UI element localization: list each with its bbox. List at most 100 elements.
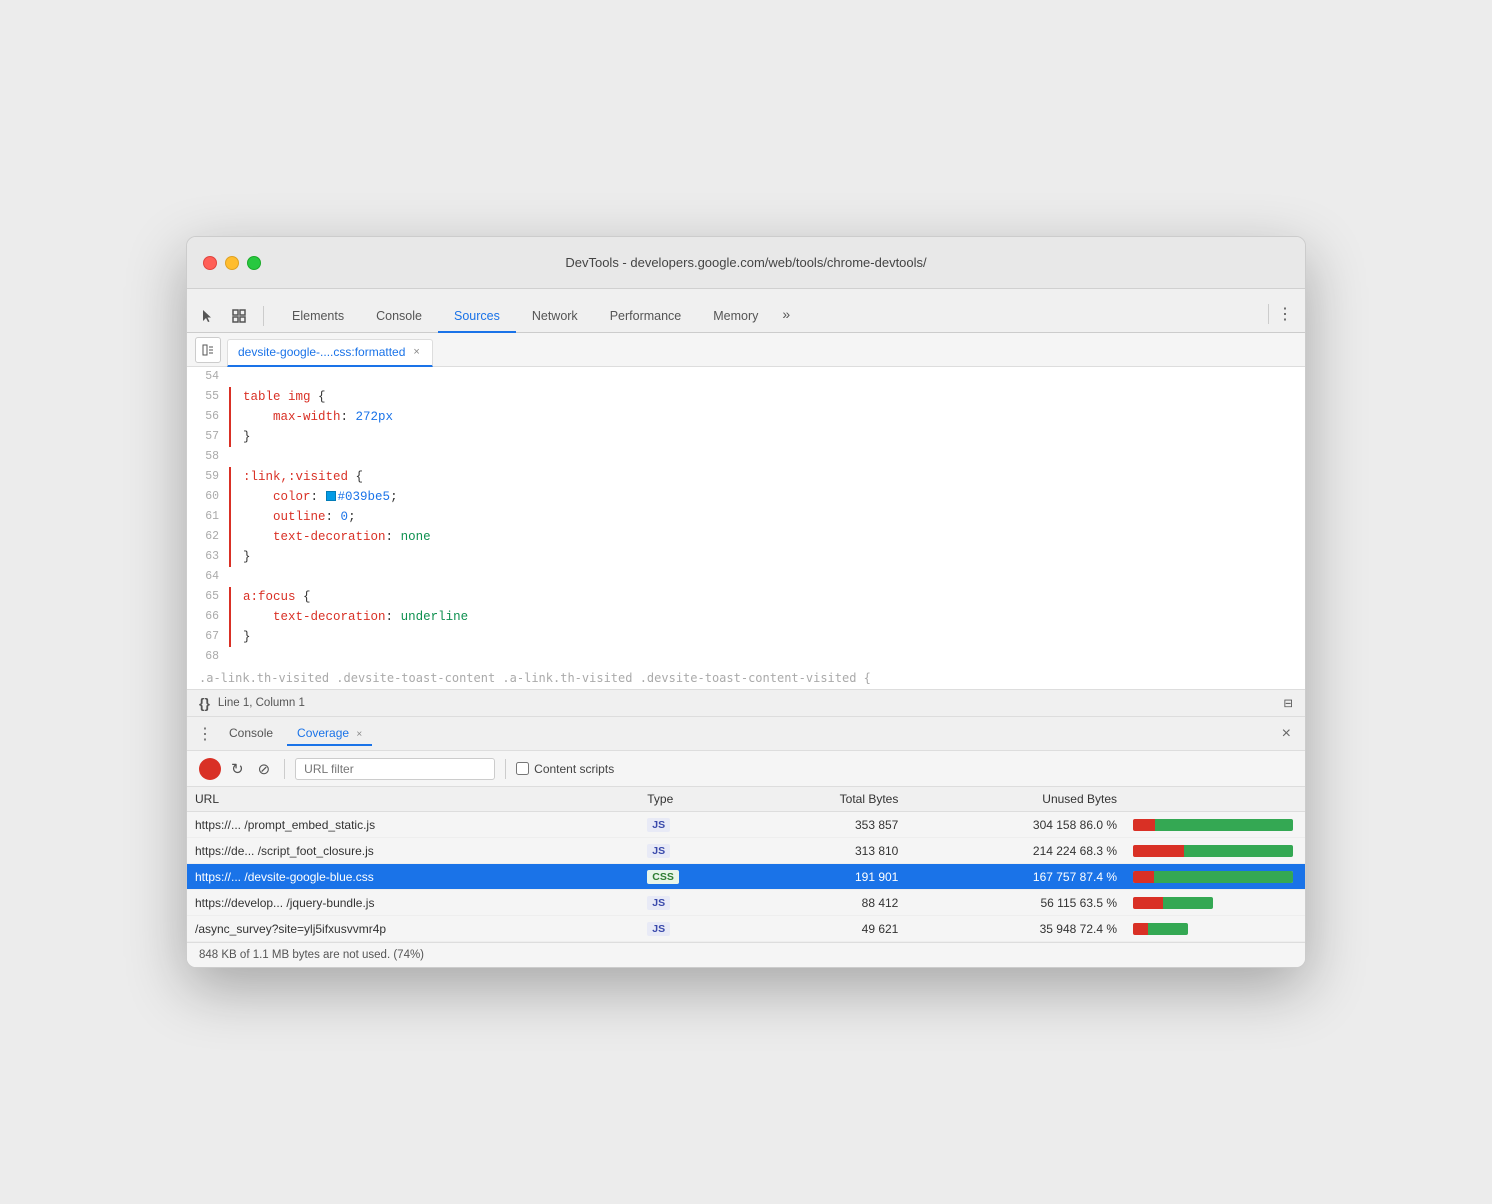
close-traffic-light[interactable]	[203, 256, 217, 270]
coverage-footer: 848 KB of 1.1 MB bytes are not used. (74…	[187, 942, 1305, 967]
line-content-66: text-decoration: underline	[231, 607, 1305, 627]
tab-network[interactable]: Network	[516, 301, 594, 333]
file-tab-close[interactable]: ×	[411, 345, 421, 359]
file-tab-label: devsite-google-....css:formatted	[238, 345, 405, 359]
line-content-60: color: #039be5;	[231, 487, 1305, 507]
table-row[interactable]: /async_survey?site=ylj5ifxusvvmr4p JS 49…	[187, 916, 1305, 942]
row-unused: 214 224 68.3 %	[906, 838, 1125, 864]
record-button[interactable]	[199, 758, 221, 780]
table-row[interactable]: https://de... /script_foot_closure.js JS…	[187, 838, 1305, 864]
type-badge-js: JS	[647, 922, 670, 936]
url-filter-input[interactable]	[295, 758, 495, 780]
traffic-lights	[203, 256, 261, 270]
devtools-menu-icon[interactable]: ⋮	[1273, 302, 1297, 326]
code-editor[interactable]: 54 55 table img { 56 max-width: 272px 57…	[187, 367, 1305, 689]
tab-console[interactable]: Console	[360, 301, 438, 333]
line-content-61: outline: 0;	[231, 507, 1305, 527]
row-url: /async_survey?site=ylj5ifxusvvmr4p	[187, 916, 639, 942]
row-total: 88 412	[743, 890, 906, 916]
code-line-60: 60 color: #039be5;	[187, 487, 1305, 507]
bottom-tabbar: ⋮ Console Coverage × ×	[187, 717, 1305, 751]
titlebar: DevTools - developers.google.com/web/too…	[187, 237, 1305, 289]
col-header-unused: Unused Bytes	[906, 787, 1125, 812]
col-header-total: Total Bytes	[743, 787, 906, 812]
bottom-more-icon[interactable]: ⋮	[195, 724, 215, 744]
row-url: https://... /prompt_embed_static.js	[187, 812, 639, 838]
row-url: https://... /devsite-google-blue.css	[187, 864, 639, 890]
content-scripts-text: Content scripts	[534, 762, 614, 776]
code-line-66: 66 text-decoration: underline	[187, 607, 1305, 627]
code-line-65: 65 a:focus {	[187, 587, 1305, 607]
coverage-tab-close[interactable]: ×	[356, 729, 362, 740]
table-row-selected[interactable]: https://... /devsite-google-blue.css CSS…	[187, 864, 1305, 890]
line-num-59: 59	[187, 467, 231, 487]
cursor-icon[interactable]	[195, 306, 219, 326]
line-num-60: 60	[187, 487, 231, 507]
row-type: CSS	[639, 864, 743, 890]
color-swatch[interactable]	[326, 491, 336, 501]
bar-unused	[1163, 897, 1213, 909]
row-type: JS	[639, 838, 743, 864]
minimize-traffic-light[interactable]	[225, 256, 239, 270]
tab-elements[interactable]: Elements	[276, 301, 360, 333]
bar-used	[1133, 923, 1148, 935]
block-button[interactable]: ⊘	[254, 758, 275, 780]
bottom-panel-close-button[interactable]: ×	[1276, 723, 1297, 745]
tab-coverage[interactable]: Coverage ×	[287, 722, 372, 746]
statusbar-braces-icon: {}	[199, 695, 210, 711]
row-bar	[1125, 812, 1305, 838]
content-scripts-checkbox[interactable]	[516, 762, 529, 775]
line-num-56: 56	[187, 407, 231, 427]
row-total: 191 901	[743, 864, 906, 890]
col-header-bar	[1125, 787, 1305, 812]
code-line-57: 57 }	[187, 427, 1305, 447]
truncated-code-line: .a-link.th-visited .devsite-toast-conten…	[187, 667, 1305, 689]
coverage-bar	[1133, 845, 1293, 857]
code-line-63: 63 }	[187, 547, 1305, 567]
line-content-63: }	[231, 547, 1305, 567]
code-line-58: 58	[187, 447, 1305, 467]
coverage-toolbar: ↻ ⊘ Content scripts	[187, 751, 1305, 787]
file-tab-css[interactable]: devsite-google-....css:formatted ×	[227, 339, 433, 367]
statusbar-scroll-icon[interactable]: ⊟	[1283, 696, 1293, 710]
row-bar	[1125, 864, 1305, 890]
coverage-tab-label: Coverage	[297, 726, 349, 740]
line-content-67: }	[231, 627, 1305, 647]
line-content-55: table img {	[231, 387, 1305, 407]
row-unused: 35 948 72.4 %	[906, 916, 1125, 942]
line-content-65: a:focus {	[231, 587, 1305, 607]
filetab-toggle-icon[interactable]	[195, 337, 221, 363]
statusbar-position: Line 1, Column 1	[218, 697, 305, 709]
row-bar	[1125, 890, 1305, 916]
line-content-62: text-decoration: none	[231, 527, 1305, 547]
line-num-61: 61	[187, 507, 231, 527]
refresh-button[interactable]: ↻	[227, 758, 248, 780]
tab-console-bottom[interactable]: Console	[219, 722, 283, 746]
row-unused: 56 115 63.5 %	[906, 890, 1125, 916]
line-content-57: }	[231, 427, 1305, 447]
line-num-55: 55	[187, 387, 231, 407]
bar-unused	[1155, 819, 1293, 831]
line-num-57: 57	[187, 427, 231, 447]
code-line-54: 54	[187, 367, 1305, 387]
row-total: 353 857	[743, 812, 906, 838]
tab-performance[interactable]: Performance	[594, 301, 698, 333]
table-row[interactable]: https://... /prompt_embed_static.js JS 3…	[187, 812, 1305, 838]
tab-memory[interactable]: Memory	[697, 301, 774, 333]
col-header-type: Type	[639, 787, 743, 812]
bar-used	[1133, 897, 1163, 909]
coverage-bar	[1133, 819, 1293, 831]
table-row[interactable]: https://develop... /jquery-bundle.js JS …	[187, 890, 1305, 916]
maximize-traffic-light[interactable]	[247, 256, 261, 270]
row-total: 313 810	[743, 838, 906, 864]
code-line-62: 62 text-decoration: none	[187, 527, 1305, 547]
more-tabs-button[interactable]: »	[774, 298, 798, 330]
content-scripts-label[interactable]: Content scripts	[516, 762, 614, 776]
line-num-58: 58	[187, 447, 231, 467]
tab-sources[interactable]: Sources	[438, 301, 516, 333]
inspect-icon[interactable]	[227, 306, 251, 326]
line-content-56: max-width: 272px	[231, 407, 1305, 427]
code-line-55: 55 table img {	[187, 387, 1305, 407]
line-content-59: :link,:visited {	[231, 467, 1305, 487]
row-type: JS	[639, 812, 743, 838]
